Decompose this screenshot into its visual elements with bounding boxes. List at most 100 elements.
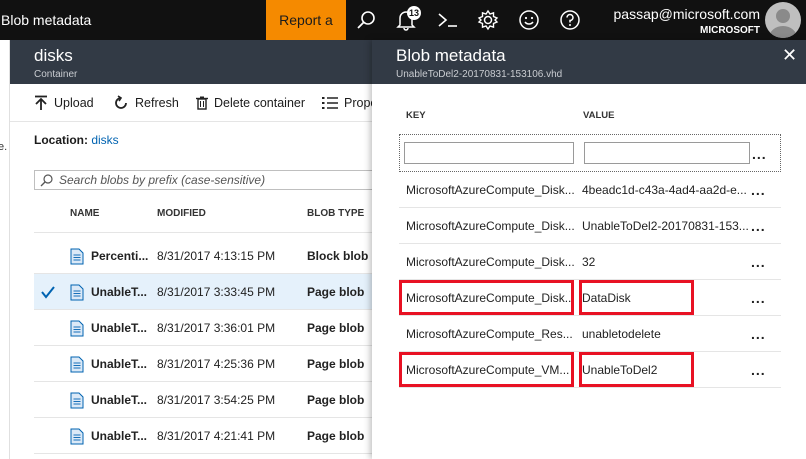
report-bug-button[interactable]: Report a bug	[266, 0, 346, 68]
table-row[interactable]: UnableT... 8/31/2017 4:25:36 PM Page blob	[34, 346, 372, 382]
list-icon	[322, 97, 338, 109]
highlight-box	[399, 352, 574, 387]
metadata-key[interactable]: MicrosoftAzureCompute_Disk...	[406, 183, 575, 197]
metadata-value[interactable]: 4beadc1d-c43a-4ad4-aa2d-e...	[582, 183, 747, 197]
top-bar: Blob metadata Report a bug 13 passap@mic…	[0, 0, 806, 68]
metadata-blade-header: Blob metadata UnableToDel2-20170831-1531…	[372, 40, 806, 84]
delete-container-label: Delete container	[214, 96, 306, 110]
user-org: MICROSOFT	[700, 25, 760, 36]
metadata-subtitle: UnableToDel2-20170831-153106.vhd	[396, 69, 563, 80]
table-row[interactable]: UnableT... 8/31/2017 4:21:41 PM Page blob	[34, 418, 372, 454]
blob-name: UnableT...	[91, 321, 148, 335]
row-more-button[interactable]: ...	[751, 363, 771, 377]
table-row[interactable]: UnableT... 8/31/2017 3:54:25 PM Page blob	[34, 382, 372, 418]
close-icon[interactable]: ✕	[782, 46, 797, 64]
refresh-icon	[115, 95, 127, 109]
app-title: Blob metadata	[1, 12, 92, 28]
blob-modified: 8/31/2017 4:25:36 PM	[157, 357, 276, 371]
blob-name: UnableT...	[91, 285, 148, 299]
row-more-button[interactable]: ...	[751, 291, 771, 305]
column-header-modified[interactable]: MODIFIED	[157, 208, 206, 219]
gear-icon[interactable]	[468, 0, 508, 40]
user-email: passap@microsoft.com	[613, 6, 760, 22]
header-divider	[34, 232, 372, 233]
metadata-key[interactable]: MicrosoftAzureCompute_Disk...	[406, 219, 575, 233]
highlight-box	[579, 280, 694, 315]
blob-name: UnableT...	[91, 357, 148, 371]
highlight-box	[399, 280, 574, 315]
row-more-button[interactable]: ...	[751, 183, 771, 197]
file-icon	[70, 356, 84, 373]
file-icon	[70, 392, 84, 409]
blob-type: Page blob	[307, 393, 365, 407]
metadata-row[interactable]: MicrosoftAzureCompute_Disk... 32...	[399, 244, 781, 280]
file-icon	[70, 248, 84, 265]
blob-name: Percenti...	[91, 249, 149, 263]
metadata-value[interactable]: 32	[582, 255, 595, 269]
avatar[interactable]	[765, 2, 801, 38]
search-icon	[40, 174, 53, 187]
container-toolbar: Upload Refresh Delete container Prope	[10, 84, 377, 122]
blob-type: Page blob	[307, 321, 365, 335]
metadata-key[interactable]: MicrosoftAzureCompute_Disk...	[406, 255, 575, 269]
metadata-value[interactable]: UnableToDel2-20170831-153...	[582, 219, 749, 233]
new-value-input[interactable]	[584, 142, 750, 164]
key-column-header: KEY	[406, 110, 426, 121]
metadata-title: Blob metadata	[396, 46, 506, 65]
file-icon	[70, 320, 84, 337]
value-column-header: VALUE	[583, 110, 615, 121]
metadata-value[interactable]: unabletodelete	[582, 327, 661, 341]
blob-type: Block blob	[307, 249, 369, 263]
blob-type: Page blob	[307, 429, 365, 443]
search-blobs-input[interactable]: Search blobs by prefix (case-sensitive)	[34, 170, 404, 190]
metadata-row[interactable]: MicrosoftAzureCompute_Disk... UnableToDel…	[399, 208, 781, 244]
metadata-row[interactable]: MicrosoftAzureCompute_Disk... 4beadc1d-c4…	[399, 172, 781, 208]
truncated-text: e.	[0, 141, 8, 153]
left-blade-fragment: e.	[0, 40, 10, 459]
metadata-row[interactable]: MicrosoftAzureCompute_Res... unabletodele…	[399, 316, 781, 352]
blob-type: Page blob	[307, 285, 365, 299]
notifications-button[interactable]: 13	[386, 0, 426, 40]
notification-badge: 13	[407, 6, 421, 20]
container-subtitle: Container	[34, 69, 78, 80]
upload-label: Upload	[54, 96, 94, 110]
container-blade: disks Container Upload Refresh Delete co…	[10, 40, 404, 459]
table-row[interactable]: UnableT... 8/31/2017 3:36:01 PM Page blob	[34, 310, 372, 346]
new-metadata-row: ...	[399, 134, 781, 172]
column-header-name[interactable]: NAME	[70, 208, 99, 219]
row-more-button[interactable]: ...	[751, 219, 771, 233]
location: Location: disks	[34, 133, 119, 147]
column-header-blob-type[interactable]: BLOB TYPE	[307, 208, 364, 219]
file-icon	[70, 428, 84, 445]
trash-icon	[196, 96, 208, 110]
row-more-button[interactable]: ...	[752, 147, 772, 161]
blob-modified: 8/31/2017 3:54:25 PM	[157, 393, 276, 407]
row-more-button[interactable]: ...	[751, 255, 771, 269]
metadata-key[interactable]: MicrosoftAzureCompute_Res...	[406, 327, 573, 341]
cloud-shell-icon[interactable]	[428, 0, 468, 40]
search-icon[interactable]	[346, 0, 386, 40]
upload-button[interactable]: Upload	[34, 94, 94, 112]
row-more-button[interactable]: ...	[751, 327, 771, 341]
upload-icon	[35, 95, 47, 110]
smiley-icon[interactable]	[509, 0, 549, 40]
container-blade-header: disks Container	[10, 40, 372, 84]
delete-container-button[interactable]: Delete container	[196, 94, 305, 112]
properties-button[interactable]: Prope	[322, 94, 377, 112]
refresh-label: Refresh	[135, 96, 179, 110]
search-placeholder: Search blobs by prefix (case-sensitive)	[59, 173, 266, 187]
new-key-input[interactable]	[404, 142, 574, 164]
help-icon[interactable]	[550, 0, 590, 40]
blob-modified: 8/31/2017 3:33:45 PM	[157, 285, 276, 299]
metadata-blade: Blob metadata UnableToDel2-20170831-1531…	[372, 40, 806, 459]
table-row[interactable]: UnableT... 8/31/2017 3:33:45 PM Page blob	[34, 274, 372, 310]
table-row[interactable]: Percenti... 8/31/2017 4:13:15 PM Block blo…	[34, 238, 372, 274]
location-link[interactable]: disks	[91, 133, 118, 147]
blob-name: UnableT...	[91, 393, 148, 407]
file-icon	[70, 284, 84, 301]
checkbox-checked-icon[interactable]	[40, 284, 56, 300]
blob-type: Page blob	[307, 357, 365, 371]
refresh-button[interactable]: Refresh	[113, 94, 179, 112]
user-account[interactable]: passap@microsoft.com MICROSOFT	[600, 6, 760, 36]
container-title: disks	[34, 46, 73, 65]
